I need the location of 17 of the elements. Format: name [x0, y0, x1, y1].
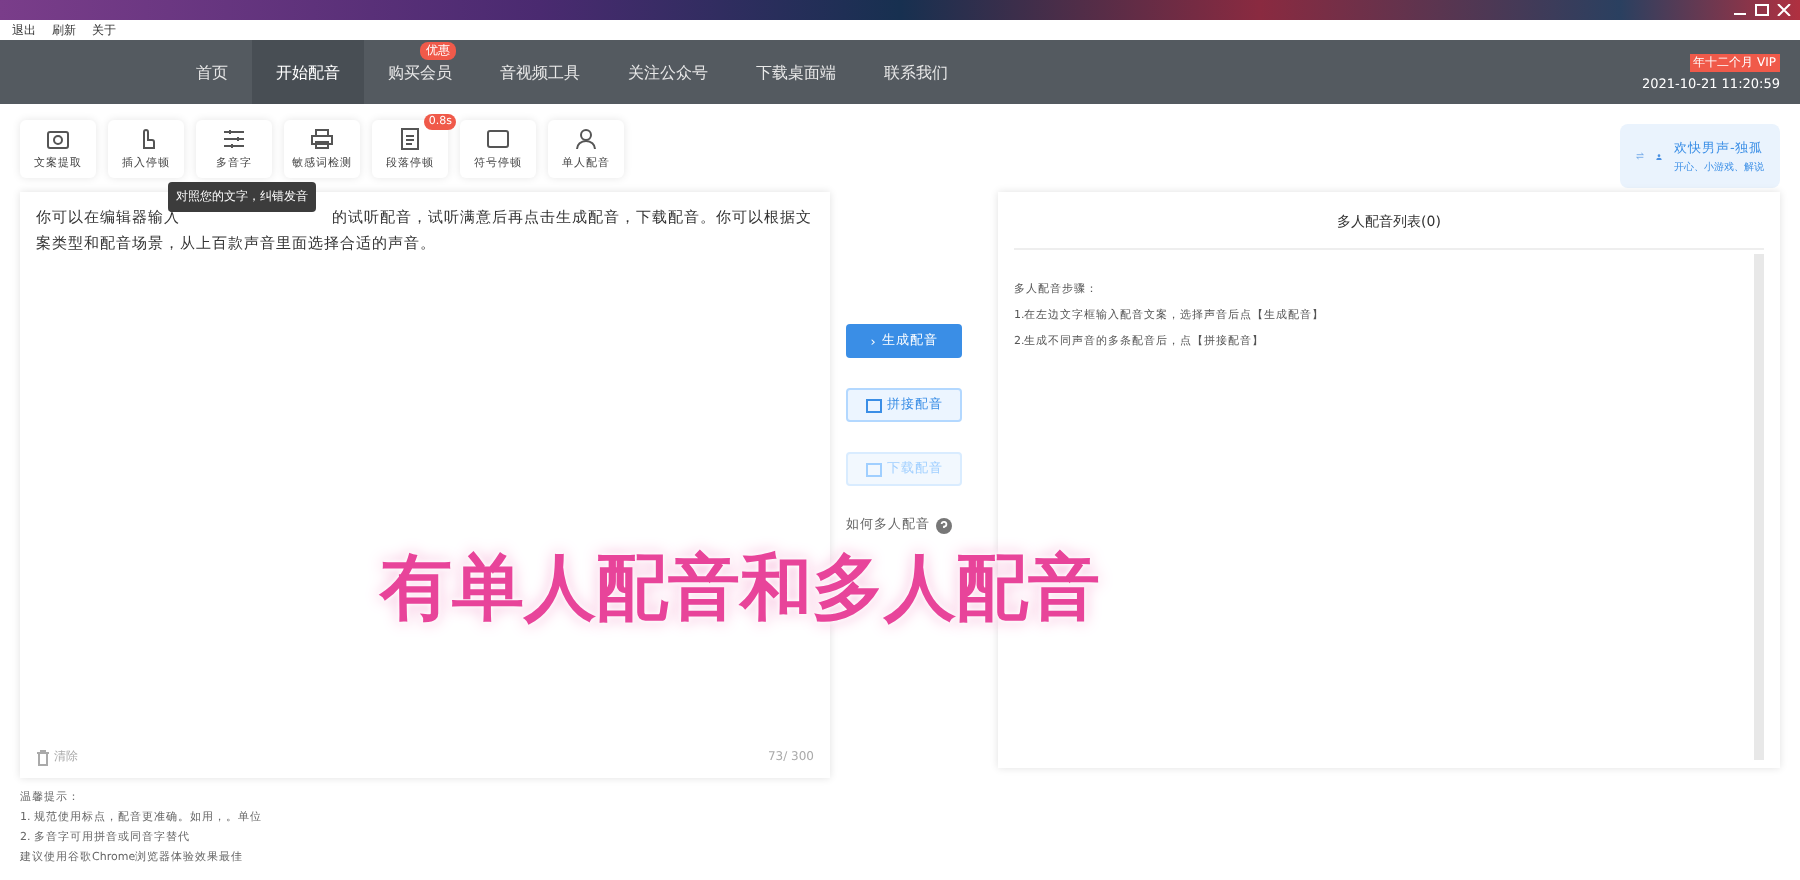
close-icon[interactable]	[1776, 4, 1792, 16]
nav-tab[interactable]: 音视频工具	[476, 40, 604, 104]
nav-tab[interactable]: 下载桌面端	[732, 40, 860, 104]
camera-icon	[46, 128, 70, 150]
nav-tab[interactable]: 开始配音	[252, 40, 364, 104]
sliders-icon	[222, 128, 246, 150]
printer-icon	[310, 128, 334, 150]
nav-tab[interactable]: 联系我们	[860, 40, 972, 104]
screen-icon	[486, 128, 510, 150]
question-icon[interactable]	[936, 517, 952, 533]
trash-icon	[36, 749, 50, 765]
caption-overlay: 有单人配音和多人配音	[380, 546, 1100, 634]
maximize-icon[interactable]	[1754, 4, 1770, 16]
person-icon	[574, 128, 598, 150]
document-icon	[398, 128, 422, 150]
nav-tab[interactable]: 关注公众号	[604, 40, 732, 104]
nav-tab[interactable]: 首页	[172, 40, 252, 104]
